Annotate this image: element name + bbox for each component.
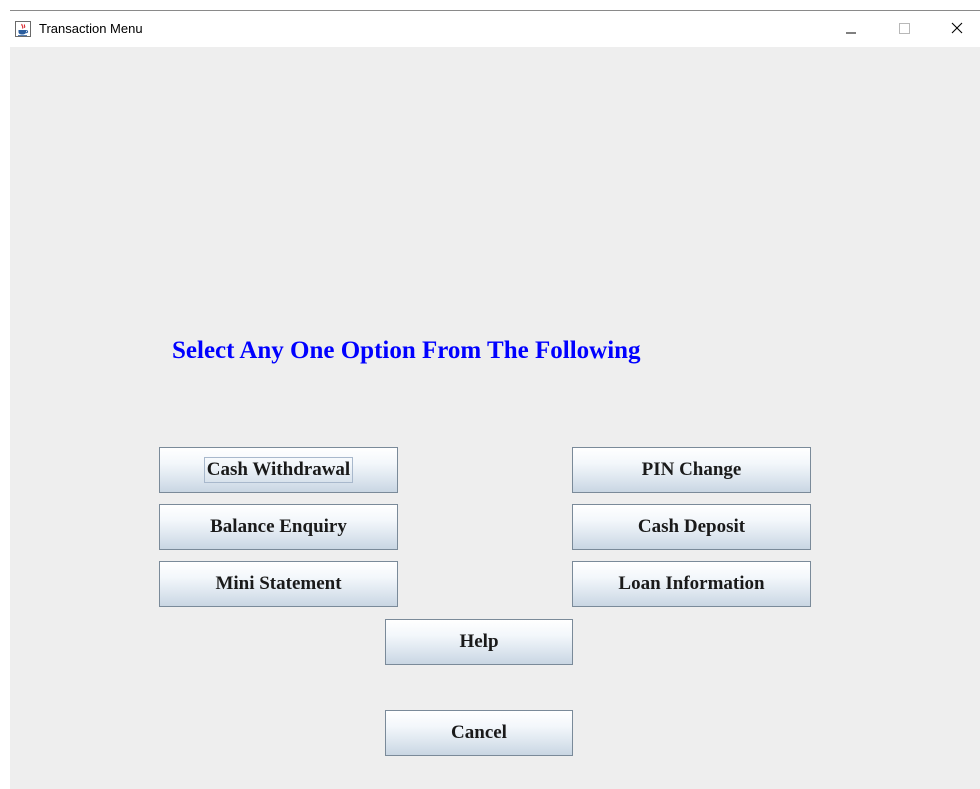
- pin-change-label: PIN Change: [641, 459, 742, 480]
- pin-change-button[interactable]: PIN Change: [572, 447, 811, 493]
- cash-withdrawal-label: Cash Withdrawal: [206, 459, 351, 480]
- instruction-heading: Select Any One Option From The Following: [172, 337, 641, 364]
- minimize-icon: [846, 32, 856, 34]
- help-button[interactable]: Help: [385, 619, 573, 665]
- transaction-menu-window: Transaction Menu Select Any One Option F…: [0, 0, 980, 789]
- mini-statement-button[interactable]: Mini Statement: [159, 561, 398, 607]
- loan-information-label: Loan Information: [618, 573, 765, 594]
- focus-indicator: Cash Withdrawal: [203, 457, 354, 483]
- title-bar[interactable]: Transaction Menu: [10, 11, 980, 47]
- minimize-button[interactable]: [828, 11, 874, 47]
- balance-enquiry-button[interactable]: Balance Enquiry: [159, 504, 398, 550]
- mini-statement-label: Mini Statement: [215, 573, 342, 594]
- cancel-label: Cancel: [451, 722, 507, 743]
- window-title: Transaction Menu: [39, 21, 143, 36]
- help-label: Help: [459, 631, 499, 652]
- maximize-icon: [899, 23, 910, 34]
- cash-deposit-button[interactable]: Cash Deposit: [572, 504, 811, 550]
- cash-withdrawal-button[interactable]: Cash Withdrawal: [159, 447, 398, 493]
- maximize-button[interactable]: [881, 11, 927, 47]
- cash-deposit-label: Cash Deposit: [637, 516, 746, 537]
- balance-enquiry-label: Balance Enquiry: [210, 516, 347, 537]
- cancel-button[interactable]: Cancel: [385, 710, 573, 756]
- loan-information-button[interactable]: Loan Information: [572, 561, 811, 607]
- content-panel: Select Any One Option From The Following…: [10, 47, 980, 789]
- close-icon: [951, 22, 963, 34]
- java-cup-icon: [15, 21, 31, 37]
- close-button[interactable]: [934, 11, 980, 47]
